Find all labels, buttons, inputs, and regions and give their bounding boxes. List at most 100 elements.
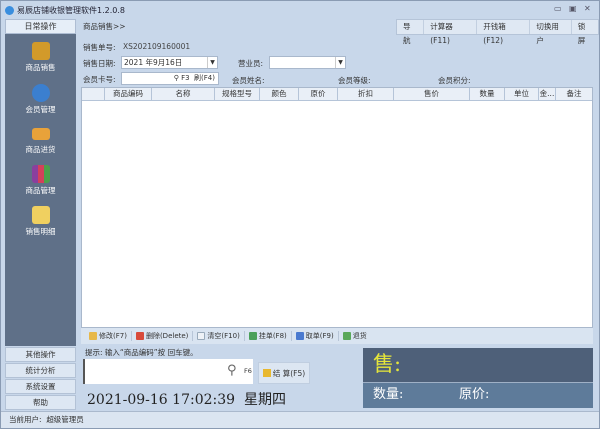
clerk-select[interactable]: ▼	[269, 56, 346, 69]
lock-screen-button[interactable]: 锁屏	[572, 20, 598, 45]
top-toolbar: 导航 计算器(F11) 开钱箱(F12) 切换用户 锁屏	[396, 19, 599, 45]
sidebar-item-sales[interactable]: 商品销售	[5, 42, 76, 73]
cart-icon	[31, 42, 50, 60]
status-bar: 当前用户: 超级管理员	[1, 411, 599, 428]
input-shortcut: F6	[244, 367, 252, 375]
sidebar-item-goods[interactable]: 商品管理	[5, 165, 76, 196]
col-code[interactable]: 商品编码	[105, 88, 152, 100]
label: 退货	[352, 332, 367, 340]
label: 商品管理	[25, 186, 56, 195]
label: 商品销售	[25, 63, 56, 72]
coins-icon	[262, 369, 271, 377]
member-level-label: 会员等级:	[338, 76, 371, 85]
label: 结 算(F5)	[272, 368, 306, 378]
magnifier-icon[interactable]: ⚲	[227, 363, 237, 378]
order-label: 销售单号:	[83, 43, 116, 52]
edit-button[interactable]: 修改(F7)	[85, 331, 132, 341]
order-number: XS202109160001	[123, 42, 191, 51]
sidebar-other-ops[interactable]: 其他操作	[5, 347, 76, 362]
label: 会员管理	[25, 105, 56, 114]
member-points-label: 会员积分:	[438, 76, 471, 85]
sales-table[interactable]: 商品编码 名称 规格型号 颜色 原价 折扣 售价 数量 单位 金... 备注	[81, 87, 593, 328]
return-icon	[342, 332, 351, 340]
current-user-label: 当前用户:	[9, 415, 42, 424]
sidebar-tab-daily[interactable]: 日常操作	[5, 19, 76, 34]
col-remark[interactable]: 备注	[556, 88, 592, 100]
label: 挂单(F8)	[258, 332, 287, 340]
col-unit[interactable]: 单位	[505, 88, 539, 100]
datetime-display: 2021-09-16 17:02:39 星期四	[87, 392, 286, 408]
col-color[interactable]: 颜色	[260, 88, 299, 100]
hold-icon	[248, 332, 257, 340]
magnifier-doc-icon	[31, 206, 50, 224]
window-title: 易辰店铺收银管理软件1.2.0.8	[17, 5, 125, 15]
col-spec[interactable]: 规格型号	[215, 88, 260, 100]
member-name-label: 会员姓名:	[232, 76, 265, 85]
sidebar-item-members[interactable]: 会员管理	[5, 84, 76, 115]
switch-user-button[interactable]: 切换用户	[530, 20, 572, 45]
sidebar-settings[interactable]: 系统设置	[5, 379, 76, 394]
users-icon	[31, 84, 50, 102]
customer-display: 售: 数量: 原价:	[363, 348, 593, 408]
barcode-input[interactable]: ⚲ F6	[83, 359, 253, 384]
qty-label: 数量:	[373, 387, 404, 402]
current-user: 超级管理员	[46, 415, 84, 424]
label: 取单(F9)	[305, 332, 334, 340]
app-logo-icon	[5, 5, 14, 15]
chevron-down-icon[interactable]: ▼	[335, 57, 345, 68]
hint-text: 提示: 输入“商品编码”按 回车键。	[85, 348, 198, 357]
maximize-icon[interactable]: ▣	[569, 4, 577, 13]
table-header: 商品编码 名称 规格型号 颜色 原价 折扣 售价 数量 单位 金... 备注	[82, 88, 592, 101]
sidebar-item-purchase[interactable]: 商品进货	[5, 124, 76, 155]
col-amount[interactable]: 金...	[539, 88, 556, 100]
books-icon	[31, 165, 50, 183]
delete-icon	[135, 332, 144, 340]
nav-button[interactable]: 导航	[397, 20, 425, 45]
label: 删除(Delete)	[145, 332, 189, 340]
breadcrumb: 商品销售>>	[83, 22, 126, 31]
label: 商品进货	[25, 145, 56, 154]
clerk-label: 营业员:	[238, 59, 264, 68]
minimize-icon[interactable]: ▭	[554, 4, 562, 13]
close-icon[interactable]: ✕	[584, 4, 591, 13]
retrieve-icon	[295, 332, 304, 340]
open-drawer-button[interactable]: 开钱箱(F12)	[477, 20, 531, 45]
col-price[interactable]: 售价	[394, 88, 470, 100]
col-blank	[82, 88, 105, 100]
card-label: 会员卡号:	[83, 75, 116, 84]
truck-icon	[31, 128, 50, 140]
edit-icon	[89, 332, 97, 340]
delete-button[interactable]: 删除(Delete)	[132, 331, 194, 341]
label: 销售明细	[25, 227, 56, 236]
checkout-button[interactable]: 结 算(F5)	[258, 362, 310, 384]
qty-price-display: 数量: 原价:	[363, 383, 593, 408]
label: 修改(F7)	[99, 332, 127, 340]
action-toolbar: 修改(F7) 删除(Delete) 清空(F10) 挂单(F8) 取单(F9) …	[81, 328, 593, 344]
calculator-button[interactable]: 计算器(F11)	[424, 20, 478, 45]
hold-button[interactable]: 挂单(F8)	[245, 331, 292, 341]
retrieve-button[interactable]: 取单(F9)	[292, 331, 339, 341]
sidebar-statistics[interactable]: 统计分析	[5, 363, 76, 378]
col-discount[interactable]: 折扣	[338, 88, 394, 100]
clear-icon	[197, 332, 206, 340]
price-label: 原价:	[459, 387, 490, 402]
sidebar-nav: 商品销售 会员管理 商品进货 商品管理 销售明细	[5, 34, 76, 346]
label: 清空(F10)	[207, 332, 240, 340]
swipe-button[interactable]: 刷(F4)	[194, 74, 215, 82]
date-value: 2021 年9月16日	[124, 58, 183, 67]
col-name[interactable]: 名称	[152, 88, 215, 100]
return-button[interactable]: 退货	[339, 331, 371, 341]
card-input[interactable]: ⚲ F3 刷(F4)	[121, 72, 219, 85]
date-label: 销售日期:	[83, 59, 116, 68]
clear-button[interactable]: 清空(F10)	[193, 331, 245, 341]
col-orig-price[interactable]: 原价	[299, 88, 338, 100]
sidebar-help[interactable]: 帮助	[5, 395, 76, 410]
date-picker[interactable]: 2021 年9月16日 ▼	[121, 56, 218, 69]
chevron-down-icon[interactable]: ▼	[207, 57, 217, 68]
sidebar-item-sales-detail[interactable]: 销售明细	[5, 206, 76, 237]
title-bar: 易辰店铺收银管理软件1.2.0.8	[1, 1, 599, 19]
sale-amount-display: 售:	[363, 348, 593, 383]
card-shortcut: F3	[181, 74, 190, 82]
search-icon[interactable]: ⚲	[174, 74, 181, 82]
col-qty[interactable]: 数量	[470, 88, 505, 100]
